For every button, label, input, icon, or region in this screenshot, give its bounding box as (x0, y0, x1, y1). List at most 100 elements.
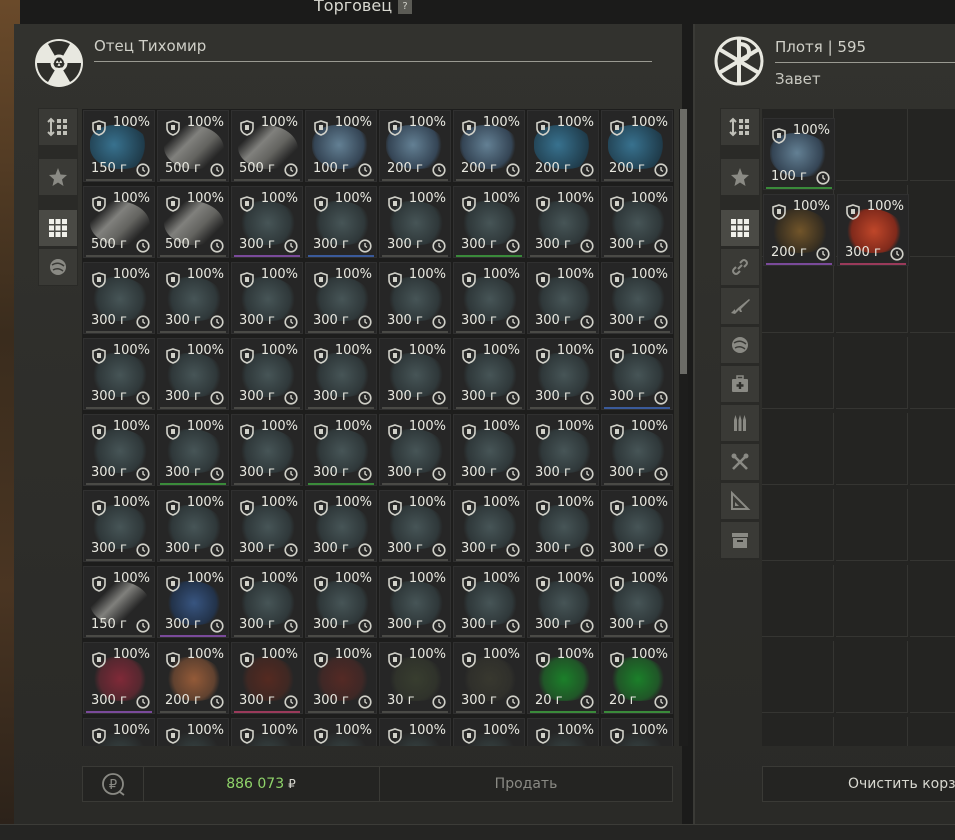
trader-item-slot[interactable]: 100% 300 г (305, 490, 377, 562)
trader-item-slot[interactable]: 100% 300 г (305, 566, 377, 638)
trader-item-slot[interactable]: 100% 20 г (601, 642, 673, 714)
trader-item-slot[interactable]: 100% 300 г (453, 490, 525, 562)
player-empty-slot[interactable] (762, 337, 834, 409)
player-empty-slot[interactable] (910, 185, 955, 257)
trader-item-slot[interactable]: 100% 300 г (453, 642, 525, 714)
player-empty-slot[interactable] (836, 109, 908, 181)
player-empty-slot[interactable] (836, 717, 908, 746)
trader-item-slot[interactable]: 100% 300 г (527, 338, 599, 410)
player-empty-slot[interactable] (762, 641, 834, 713)
trader-item-slot[interactable]: 100% 300 г (83, 414, 155, 486)
player-empty-slot[interactable] (762, 565, 834, 637)
trader-item-slot[interactable]: 100% 150 г (83, 566, 155, 638)
trader-item-slot[interactable]: 100% (453, 718, 525, 746)
trader-item-slot[interactable]: 100% 500 г (157, 186, 229, 258)
trader-item-slot[interactable]: 100% 300 г (305, 338, 377, 410)
currency-toggle-button[interactable]: ₽ (83, 767, 144, 801)
trader-item-slot[interactable]: 100% (83, 718, 155, 746)
sort-button[interactable] (39, 109, 77, 145)
trader-item-slot[interactable]: 100% 300 г (453, 338, 525, 410)
trader-item-slot[interactable]: 100% 500 г (157, 110, 229, 182)
trader-item-slot[interactable]: 100% 300 г (231, 262, 303, 334)
trader-item-slot[interactable]: 100% 300 г (305, 642, 377, 714)
player-empty-slot[interactable] (836, 565, 908, 637)
player-empty-slot[interactable] (836, 337, 908, 409)
trader-item-slot[interactable]: 100% 300 г (157, 490, 229, 562)
sell-button[interactable]: Продать (380, 767, 672, 801)
tools-filter-button[interactable] (721, 444, 759, 480)
trader-item-slot[interactable]: 100% 300 г (453, 566, 525, 638)
trader-item-slot[interactable]: 100% 300 г (601, 414, 673, 486)
trader-item-slot[interactable]: 100% 300 г (527, 186, 599, 258)
trader-item-slot[interactable]: 100% 300 г (601, 186, 673, 258)
player-empty-slot[interactable] (836, 489, 908, 561)
player-empty-slot[interactable] (762, 413, 834, 485)
trader-item-slot[interactable]: 100% 300 г (379, 338, 451, 410)
trader-item-slot[interactable]: 100% 300 г (157, 262, 229, 334)
all-items-button[interactable] (39, 210, 77, 246)
player-item-slot[interactable]: 100% 300 г (837, 194, 909, 266)
trader-item-slot[interactable]: 100% (601, 718, 673, 746)
trader-item-slot[interactable]: 100% 300 г (601, 262, 673, 334)
trader-item-slot[interactable]: 100% 200 г (453, 110, 525, 182)
link-filter-button[interactable] (721, 249, 759, 285)
player-item-slot[interactable]: 100% 100 г (763, 118, 835, 190)
player-empty-slot[interactable] (910, 109, 955, 181)
trader-item-slot[interactable]: 100% 300 г (601, 338, 673, 410)
trader-item-slot[interactable]: 100% 200 г (157, 642, 229, 714)
trader-item-slot[interactable]: 100% (527, 718, 599, 746)
trader-item-slot[interactable]: 100% 300 г (527, 414, 599, 486)
help-button[interactable]: ? (398, 0, 413, 14)
trader-item-slot[interactable]: 100% 300 г (157, 566, 229, 638)
trader-item-slot[interactable]: 100% 300 г (453, 186, 525, 258)
sort-filter-button[interactable] (721, 109, 759, 145)
trader-item-slot[interactable]: 100% 150 г (83, 110, 155, 182)
player-empty-slot[interactable] (836, 641, 908, 713)
trader-item-slot[interactable]: 100% 200 г (527, 110, 599, 182)
artifact-filter-button[interactable] (721, 327, 759, 363)
trader-item-slot[interactable]: 100% 300 г (379, 262, 451, 334)
trader-item-slot[interactable]: 100% 30 г (379, 642, 451, 714)
trader-item-slot[interactable]: 100% 300 г (231, 566, 303, 638)
artifacts-filter-button[interactable] (39, 249, 77, 285)
trader-item-slot[interactable]: 100% 300 г (231, 414, 303, 486)
trader-item-slot[interactable]: 100% 300 г (231, 186, 303, 258)
ruler-filter-button[interactable] (721, 483, 759, 519)
player-item-slot[interactable]: 100% 200 г (763, 194, 835, 266)
scroll-thumb[interactable] (680, 109, 687, 374)
trader-item-slot[interactable]: 100% 300 г (527, 566, 599, 638)
trader-item-slot[interactable]: 100% (231, 718, 303, 746)
favorites-button[interactable] (39, 159, 77, 195)
rifle-filter-button[interactable] (721, 288, 759, 324)
player-empty-slot[interactable] (910, 641, 955, 713)
storage-box-filter-button[interactable] (721, 522, 759, 558)
trader-item-slot[interactable]: 100% 300 г (231, 490, 303, 562)
trader-item-slot[interactable]: 100% 300 г (231, 642, 303, 714)
trader-item-slot[interactable]: 100% 200 г (601, 110, 673, 182)
trader-item-slot[interactable]: 100% 300 г (527, 490, 599, 562)
trader-item-slot[interactable]: 100% 300 г (527, 262, 599, 334)
player-empty-slot[interactable] (836, 413, 908, 485)
trader-item-slot[interactable]: 100% (305, 718, 377, 746)
trader-item-slot[interactable]: 100% 300 г (157, 338, 229, 410)
ammo-filter-button[interactable] (721, 405, 759, 441)
trader-item-slot[interactable]: 100% 300 г (379, 186, 451, 258)
trader-item-slot[interactable]: 100% 500 г (231, 110, 303, 182)
trader-item-slot[interactable]: 100% 300 г (453, 414, 525, 486)
trader-item-slot[interactable]: 100% 300 г (379, 566, 451, 638)
trader-item-slot[interactable]: 100% 300 г (379, 414, 451, 486)
trader-item-slot[interactable]: 100% 300 г (83, 642, 155, 714)
player-empty-slot[interactable] (910, 717, 955, 746)
trader-item-slot[interactable]: 100% 300 г (83, 490, 155, 562)
player-empty-slot[interactable] (910, 489, 955, 561)
trader-item-slot[interactable]: 100% (379, 718, 451, 746)
player-empty-slot[interactable] (762, 489, 834, 561)
medkit-filter-button[interactable] (721, 366, 759, 402)
trader-item-slot[interactable]: 100% 300 г (379, 490, 451, 562)
player-empty-slot[interactable] (910, 565, 955, 637)
player-empty-slot[interactable] (836, 261, 908, 333)
trader-item-slot[interactable]: 100% 300 г (601, 490, 673, 562)
player-empty-slot[interactable] (910, 261, 955, 333)
player-empty-slot[interactable] (910, 413, 955, 485)
player-empty-slot[interactable] (762, 717, 834, 746)
